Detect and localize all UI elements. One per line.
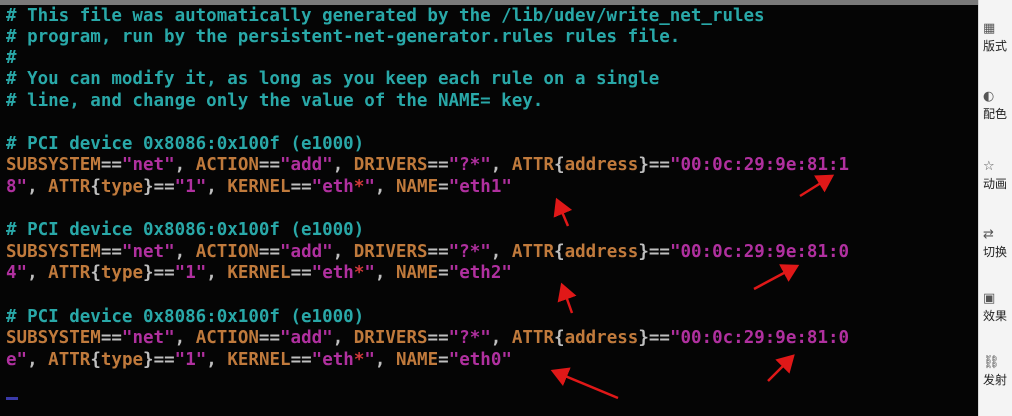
palette-icon: ◐	[983, 89, 995, 104]
arrow-icon	[767, 354, 795, 382]
sidebar-item-effects[interactable]: ▣ 效果	[983, 290, 1012, 330]
sidebar-item-animation[interactable]: ☆ 动画	[983, 158, 1012, 198]
arrow-icon	[753, 264, 800, 291]
effects-icon: ▣	[983, 291, 996, 306]
sidebar-item-transition[interactable]: ⇄ 切换	[983, 226, 1012, 266]
side-panel: ▦ 版式 ◐ 配色 ☆ 动画 ⇄ 切换 ▣ 效果 ⛓ 发射	[978, 0, 1012, 416]
transition-icon: ⇄	[983, 227, 994, 242]
arrow-icon	[550, 367, 619, 400]
arrow-icon	[799, 174, 835, 198]
terminal-screen[interactable]: # This file was automatically generated …	[0, 0, 978, 416]
sidebar-item-color[interactable]: ◐ 配色	[983, 88, 1012, 128]
animation-star-icon: ☆	[983, 159, 995, 174]
sidebar-item-layout[interactable]: ▦ 版式	[983, 20, 1012, 60]
arrow-icon	[557, 282, 577, 314]
annotation-arrows	[550, 174, 835, 400]
link-icon: ⛓	[983, 355, 1000, 370]
sidebar-item-launch[interactable]: ⛓ 发射	[983, 354, 1012, 394]
grid-icon: ▦	[983, 21, 996, 36]
arrow-icon	[553, 197, 573, 227]
